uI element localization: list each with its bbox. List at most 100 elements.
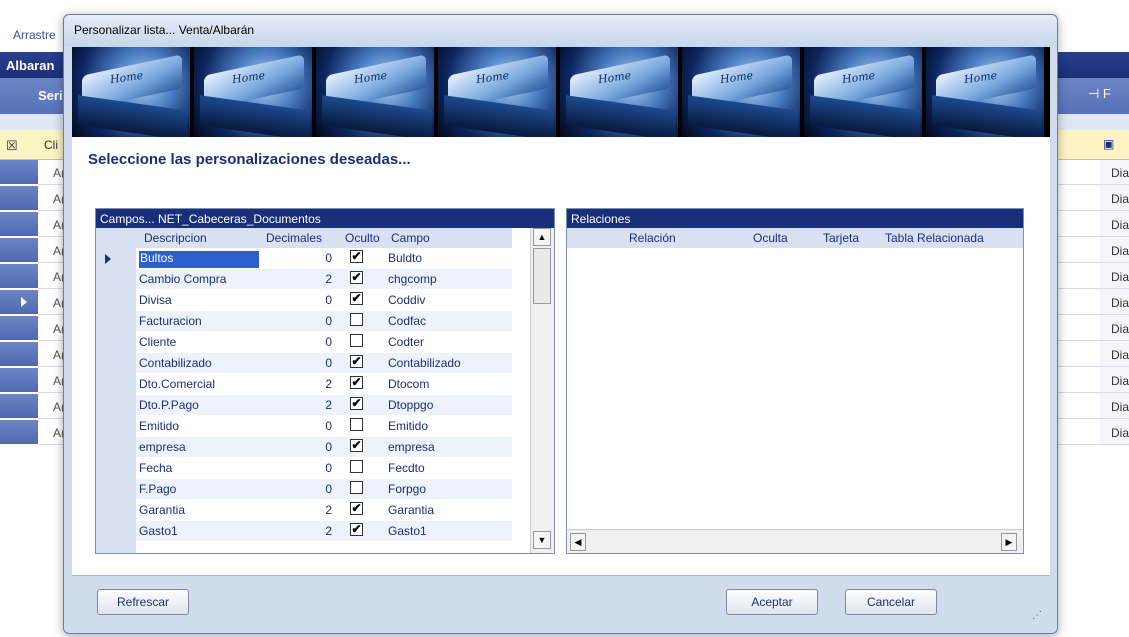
oculto-checkbox[interactable]: ✔ bbox=[350, 397, 363, 410]
row-selector[interactable] bbox=[0, 420, 38, 445]
campo-descripcion-cell[interactable]: Facturacion bbox=[139, 314, 259, 331]
oculto-checkbox[interactable] bbox=[350, 313, 363, 326]
oculto-checkbox[interactable]: ✔ bbox=[350, 502, 363, 515]
oculto-checkbox[interactable]: ✔ bbox=[350, 271, 363, 284]
campos-row[interactable]: Cliente 0 Codter bbox=[136, 332, 512, 352]
campos-vertical-scrollbar[interactable]: ▲ ▼ bbox=[530, 228, 554, 553]
oculto-checkbox[interactable] bbox=[350, 481, 363, 494]
campo-field-cell[interactable]: Dtocom bbox=[388, 377, 429, 391]
campo-decimales-cell[interactable]: 2 bbox=[316, 524, 332, 538]
relaciones-horizontal-scrollbar[interactable]: ◀ ▶ bbox=[567, 529, 1023, 553]
row-selector[interactable] bbox=[0, 264, 38, 289]
campo-field-cell[interactable]: chgcomp bbox=[388, 272, 437, 286]
column-header-oculta[interactable]: Oculta bbox=[753, 231, 788, 245]
campos-row[interactable]: Gasto1 2 ✔ Gasto1 bbox=[136, 521, 512, 541]
oculto-checkbox[interactable]: ✔ bbox=[350, 523, 363, 536]
oculto-checkbox[interactable]: ✔ bbox=[350, 292, 363, 305]
campo-field-cell[interactable]: Forpgo bbox=[388, 482, 426, 496]
campo-descripcion-cell[interactable]: Divisa bbox=[139, 293, 259, 310]
row-selector[interactable] bbox=[0, 316, 38, 341]
campo-field-cell[interactable]: Garantia bbox=[388, 503, 434, 517]
campo-decimales-cell[interactable]: 0 bbox=[316, 419, 332, 433]
background-filter-toggle-icon[interactable]: ▣ bbox=[1103, 137, 1114, 151]
campos-row[interactable]: Divisa 0 ✔ Coddiv bbox=[136, 290, 512, 310]
dialog-titlebar[interactable]: Personalizar lista... Venta/Albarán bbox=[64, 15, 1057, 47]
campo-decimales-cell[interactable]: 2 bbox=[316, 272, 332, 286]
campo-descripcion-cell[interactable]: Cambio Compra bbox=[139, 272, 259, 289]
cancelar-button[interactable]: Cancelar bbox=[845, 589, 937, 615]
campo-decimales-cell[interactable]: 2 bbox=[316, 398, 332, 412]
oculto-checkbox[interactable]: ✔ bbox=[350, 376, 363, 389]
campo-descripcion-cell[interactable]: empresa bbox=[139, 440, 259, 457]
row-selector[interactable] bbox=[0, 394, 38, 419]
campos-row[interactable]: Cambio Compra 2 ✔ chgcomp bbox=[136, 269, 512, 289]
campo-decimales-cell[interactable]: 0 bbox=[316, 314, 332, 328]
campo-decimales-cell[interactable]: 0 bbox=[316, 461, 332, 475]
campos-row[interactable]: Garantia 2 ✔ Garantia bbox=[136, 500, 512, 520]
row-selector[interactable] bbox=[0, 160, 38, 185]
oculto-checkbox[interactable] bbox=[350, 460, 363, 473]
background-pin-icon[interactable]: ⊣ F bbox=[1088, 86, 1111, 102]
column-header-decimales[interactable]: Decimales bbox=[266, 231, 322, 245]
scroll-up-arrow-icon[interactable]: ▲ bbox=[533, 228, 551, 246]
background-column-serie[interactable]: Seri bbox=[38, 88, 63, 103]
campo-descripcion-cell[interactable]: Dto.Comercial bbox=[139, 377, 259, 394]
campo-field-cell[interactable]: Fecdto bbox=[388, 461, 425, 475]
column-header-relacion[interactable]: Relación bbox=[629, 231, 676, 245]
campo-field-cell[interactable]: Contabilizado bbox=[388, 356, 461, 370]
campos-row[interactable]: Facturacion 0 Codfac bbox=[136, 311, 512, 331]
scroll-right-arrow-icon[interactable]: ▶ bbox=[1001, 533, 1017, 551]
campo-field-cell[interactable]: Emitido bbox=[388, 419, 428, 433]
campo-field-cell[interactable]: Coddiv bbox=[388, 293, 425, 307]
oculto-checkbox[interactable] bbox=[350, 418, 363, 431]
row-selector[interactable] bbox=[0, 238, 38, 263]
column-header-oculto[interactable]: Oculto bbox=[345, 231, 380, 245]
campo-field-cell[interactable]: Buldto bbox=[388, 251, 422, 265]
campo-decimales-cell[interactable]: 2 bbox=[316, 377, 332, 391]
campo-descripcion-cell[interactable]: Emitido bbox=[139, 419, 259, 436]
campo-field-cell[interactable]: Gasto1 bbox=[388, 524, 427, 538]
campo-field-cell[interactable]: Codfac bbox=[388, 314, 426, 328]
campos-row[interactable]: Bultos 0 ✔ Buldto bbox=[136, 248, 512, 268]
campo-descripcion-cell[interactable]: Bultos bbox=[139, 251, 259, 268]
campo-descripcion-cell[interactable]: Fecha bbox=[139, 461, 259, 478]
campo-descripcion-cell[interactable]: Dto.P.Pago bbox=[139, 398, 259, 415]
campo-field-cell[interactable]: Codter bbox=[388, 335, 424, 349]
campos-row[interactable]: Dto.P.Pago 2 ✔ Dtoppgo bbox=[136, 395, 512, 415]
campo-decimales-cell[interactable]: 0 bbox=[316, 335, 332, 349]
column-header-tabla-relacionada[interactable]: Tabla Relacionada bbox=[885, 231, 984, 245]
scroll-down-arrow-icon[interactable]: ▼ bbox=[533, 531, 551, 549]
campo-descripcion-cell[interactable]: Garantia bbox=[139, 503, 259, 520]
campos-row[interactable]: Contabilizado 0 ✔ Contabilizado bbox=[136, 353, 512, 373]
column-header-tarjeta[interactable]: Tarjeta bbox=[823, 231, 859, 245]
campos-row[interactable]: F.Pago 0 Forpgo bbox=[136, 479, 512, 499]
row-selector[interactable] bbox=[0, 290, 38, 315]
campo-decimales-cell[interactable]: 2 bbox=[316, 503, 332, 517]
oculto-checkbox[interactable]: ✔ bbox=[350, 439, 363, 452]
refrescar-button[interactable]: Refrescar bbox=[97, 589, 189, 615]
campos-row[interactable]: Emitido 0 Emitido bbox=[136, 416, 512, 436]
column-header-descripcion[interactable]: Descripcion bbox=[144, 231, 207, 245]
campo-descripcion-cell[interactable]: Cliente bbox=[139, 335, 259, 352]
campo-descripcion-cell[interactable]: F.Pago bbox=[139, 482, 259, 499]
scroll-thumb[interactable] bbox=[533, 248, 551, 304]
row-selector[interactable] bbox=[0, 342, 38, 367]
filter-edit-icon[interactable]: ☒ bbox=[6, 138, 18, 154]
campo-decimales-cell[interactable]: 0 bbox=[316, 482, 332, 496]
campos-row[interactable]: empresa 0 ✔ empresa bbox=[136, 437, 512, 457]
campo-field-cell[interactable]: empresa bbox=[388, 440, 435, 454]
campos-row[interactable]: Dto.Comercial 2 ✔ Dtocom bbox=[136, 374, 512, 394]
scroll-left-arrow-icon[interactable]: ◀ bbox=[570, 533, 586, 551]
campo-decimales-cell[interactable]: 0 bbox=[316, 251, 332, 265]
row-selector[interactable] bbox=[0, 212, 38, 237]
resize-grip-icon[interactable]: ⋰ bbox=[1032, 610, 1042, 621]
campo-decimales-cell[interactable]: 0 bbox=[316, 356, 332, 370]
campo-descripcion-cell[interactable]: Contabilizado bbox=[139, 356, 259, 373]
campo-decimales-cell[interactable]: 0 bbox=[316, 440, 332, 454]
campo-decimales-cell[interactable]: 0 bbox=[316, 293, 332, 307]
oculto-checkbox[interactable]: ✔ bbox=[350, 250, 363, 263]
oculto-checkbox[interactable] bbox=[350, 334, 363, 347]
aceptar-button[interactable]: Aceptar bbox=[726, 589, 818, 615]
row-selector[interactable] bbox=[0, 186, 38, 211]
oculto-checkbox[interactable]: ✔ bbox=[350, 355, 363, 368]
